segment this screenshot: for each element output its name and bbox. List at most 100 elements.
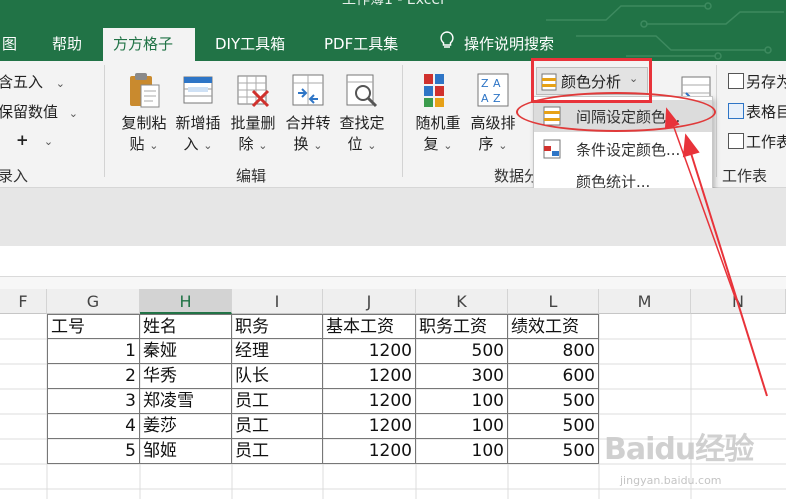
tab-view[interactable]: 图 — [0, 28, 27, 61]
keep-value-button[interactable]: 保留数值 ⌄ — [0, 101, 78, 122]
sort-label: 高级排 — [470, 114, 516, 132]
round-button[interactable]: 含五入 ⌄ — [0, 71, 65, 92]
ribbon-tabs: 图 帮助 方方格子 DIY工具箱 PDF工具集 操作说明搜索 — [0, 28, 786, 61]
merge-convert-button[interactable]: 合并转 换 ⌄ — [282, 71, 334, 156]
keep-value-label: 保留数值 — [0, 103, 59, 121]
merge-icon — [290, 71, 326, 109]
table-cell[interactable]: 员工 — [232, 439, 323, 464]
table-cell[interactable]: 队长 — [232, 364, 323, 389]
tab-fangfanggezi[interactable]: 方方格子 — [103, 28, 195, 61]
batch-delete-button[interactable]: 批量删 除 ⌄ — [227, 71, 279, 156]
table-cell[interactable]: 1200 — [323, 414, 416, 439]
cell-header-name[interactable]: 姓名 — [140, 314, 232, 339]
worksheet-group-label: 工作表 — [722, 167, 768, 185]
paste-icon — [126, 71, 162, 109]
find-label: 查找定 — [339, 114, 385, 132]
tab-pdf-tools[interactable]: PDF工具集 — [314, 28, 408, 61]
svg-text:A: A — [481, 92, 489, 105]
table-cell[interactable]: 5 — [47, 439, 140, 464]
column-header-l[interactable]: L — [508, 289, 599, 314]
find-locate-button[interactable]: 查找定 位 ⌄ — [336, 71, 388, 156]
worksheet-button[interactable]: 工作表 — [728, 131, 786, 152]
table-cell[interactable]: 郑凌雪 — [140, 389, 232, 414]
edit-group-label: 编辑 — [236, 167, 267, 185]
table-cell[interactable]: 2 — [47, 364, 140, 389]
table-cell[interactable]: 秦娅 — [140, 339, 232, 364]
plus-button[interactable]: + ⌄ — [16, 131, 53, 149]
lightbulb-icon — [440, 28, 454, 61]
circuit-decoration — [576, 35, 772, 60]
find-label-2: 位 — [347, 135, 363, 153]
table-cell[interactable]: 600 — [508, 364, 599, 389]
table-cell[interactable]: 1200 — [323, 439, 416, 464]
table-cell[interactable]: 4 — [47, 414, 140, 439]
tab-diy-toolbox[interactable]: DIY工具箱 — [205, 28, 295, 61]
table-cell[interactable]: 500 — [416, 339, 508, 364]
table-cell[interactable]: 邹姬 — [140, 439, 232, 464]
column-header-m[interactable]: M — [599, 289, 691, 314]
table-cell[interactable]: 500 — [508, 439, 599, 464]
insert-icon — [180, 71, 216, 109]
tab-help[interactable]: 帮助 — [42, 28, 92, 61]
table-cell[interactable]: 500 — [508, 389, 599, 414]
column-header-f[interactable]: F — [0, 289, 47, 314]
column-header-k[interactable]: K — [416, 289, 508, 314]
plus-label: + — [16, 131, 29, 149]
table-cell[interactable]: 800 — [508, 339, 599, 364]
menu-item-condition-color[interactable]: 条件设定颜色... — [534, 133, 712, 165]
formula-bar[interactable] — [0, 246, 786, 277]
table-cell[interactable]: 100 — [416, 414, 508, 439]
condition-color-icon — [543, 139, 561, 159]
random-repeat-button[interactable]: 随机重 复 ⌄ — [412, 71, 464, 156]
table-cell[interactable]: 300 — [416, 364, 508, 389]
advanced-sort-button[interactable]: ZAAZ 高级排 序 ⌄ — [467, 71, 519, 156]
table-cell[interactable]: 员工 — [232, 414, 323, 439]
cell-header-position-pay[interactable]: 职务工资 — [416, 314, 508, 339]
svg-text:A: A — [493, 77, 501, 90]
table-cell[interactable]: 姜莎 — [140, 414, 232, 439]
copy-paste-label-2: 贴 — [129, 135, 145, 153]
insert-button[interactable]: 新增插 入 ⌄ — [172, 71, 224, 156]
sort-icon: ZAAZ — [475, 71, 511, 109]
condition-color-label: 条件设定颜色... — [576, 141, 681, 159]
cell-header-position[interactable]: 职务 — [232, 314, 323, 339]
column-header-i[interactable]: I — [232, 289, 323, 314]
save-as-button[interactable]: 另存为 — [728, 71, 786, 92]
watermark: Baidu经验 jingyan.baidu.com — [602, 424, 782, 494]
insert-label: 新增插 — [175, 114, 221, 132]
column-header-h[interactable]: H — [140, 289, 232, 314]
table-cell[interactable]: 1200 — [323, 339, 416, 364]
toolbar-blank-area — [0, 188, 786, 246]
group-separator — [104, 65, 105, 177]
table-cell[interactable]: 100 — [416, 439, 508, 464]
table-toc-button[interactable]: 表格目录 — [728, 101, 786, 122]
table-cell[interactable]: 员工 — [232, 389, 323, 414]
table-cell[interactable]: 1200 — [323, 389, 416, 414]
cell-header-performance-pay[interactable]: 绩效工资 — [508, 314, 599, 339]
random-label-2: 复 — [423, 135, 439, 153]
column-header-g[interactable]: G — [47, 289, 140, 314]
cell-header-base-pay[interactable]: 基本工资 — [323, 314, 416, 339]
random-icon — [420, 71, 456, 109]
sheet-icon — [728, 133, 744, 149]
table-cell[interactable]: 1 — [47, 339, 140, 364]
table-cell[interactable]: 3 — [47, 389, 140, 414]
input-group-label: 录入 — [0, 167, 29, 185]
tab-search[interactable]: 操作说明搜索 — [430, 28, 564, 61]
copy-paste-button[interactable]: 复制粘 贴 ⌄ — [118, 71, 170, 156]
cell-header-id[interactable]: 工号 — [47, 314, 140, 339]
save-icon — [728, 73, 744, 89]
column-header-j[interactable]: J — [323, 289, 416, 314]
table-cell[interactable]: 100 — [416, 389, 508, 414]
sheet-spacer — [0, 277, 786, 289]
watermark-title: Baidu经验 — [604, 432, 754, 467]
table-cell[interactable]: 500 — [508, 414, 599, 439]
merge-label: 合并转 — [285, 114, 331, 132]
watermark-url: jingyan.baidu.com — [620, 474, 722, 487]
delete-label: 批量删 — [230, 114, 276, 132]
circuit-decoration — [546, 2, 784, 28]
table-cell[interactable]: 1200 — [323, 364, 416, 389]
column-header-n[interactable]: N — [691, 289, 786, 314]
table-cell[interactable]: 经理 — [232, 339, 323, 364]
table-cell[interactable]: 华秀 — [140, 364, 232, 389]
